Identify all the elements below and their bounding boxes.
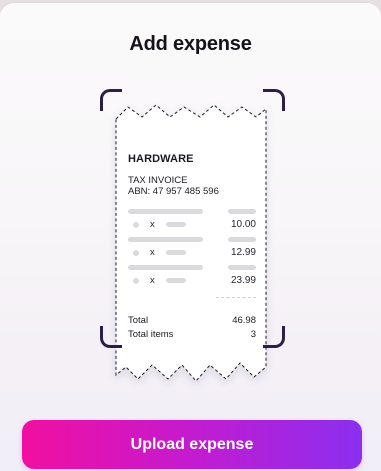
item-dot: [133, 222, 139, 228]
total-label: Total: [128, 315, 149, 326]
total-value: 46.98: [232, 315, 256, 326]
add-expense-screen: Add expense HARDWARE TAX INVOICE ABN: 47…: [0, 0, 381, 471]
total-items-label: Total items: [128, 329, 174, 340]
receipt-content: HARDWARE TAX INVOICE ABN: 47 957 485 596…: [128, 153, 256, 342]
bottom-sheet: Add expense HARDWARE TAX INVOICE ABN: 47…: [0, 3, 381, 471]
receipt-line-item: x 23.99: [128, 265, 256, 293]
scan-frame-corner-bottom-left: [100, 326, 122, 348]
subtotal-divider: [216, 297, 256, 298]
receipt-store-name: HARDWARE: [128, 153, 194, 165]
total-items-value: 3: [250, 329, 256, 340]
item-qty-symbol: x: [150, 275, 155, 286]
item-qty-placeholder: [166, 222, 186, 227]
item-description-placeholder: [128, 237, 203, 242]
receipt-scanner: HARDWARE TAX INVOICE ABN: 47 957 485 596…: [100, 89, 285, 394]
receipt-invoice-label: TAX INVOICE: [128, 175, 188, 186]
item-qty-symbol: x: [150, 219, 155, 230]
item-amount: 12.99: [230, 247, 256, 258]
receipt-line-item: x 10.00: [128, 209, 256, 237]
item-qty-placeholder: [166, 278, 186, 283]
total-row: Total 46.98: [128, 314, 256, 328]
item-code-placeholder: [228, 209, 256, 214]
item-dot: [133, 250, 139, 256]
item-code-placeholder: [228, 265, 256, 270]
scan-frame-icon: [100, 89, 122, 111]
scan-frame-corner-bottom-right: [263, 326, 285, 348]
upload-expense-button[interactable]: Upload expense: [22, 420, 362, 469]
receipt-abn: ABN: 47 957 485 596: [128, 186, 219, 197]
item-amount: 23.99: [230, 275, 256, 286]
item-description-placeholder: [128, 265, 203, 270]
receipt-totals: Total 46.98 Total items 3: [128, 314, 256, 342]
receipt-line-item: x 12.99: [128, 237, 256, 265]
total-items-row: Total items 3: [128, 328, 256, 342]
item-qty-symbol: x: [150, 247, 155, 258]
item-amount: 10.00: [230, 219, 256, 230]
item-code-placeholder: [228, 237, 256, 242]
scan-frame-corner-top-right: [263, 89, 285, 111]
item-qty-placeholder: [166, 250, 186, 255]
page-title: Add expense: [129, 33, 252, 55]
item-dot: [133, 278, 139, 284]
item-description-placeholder: [128, 209, 203, 214]
